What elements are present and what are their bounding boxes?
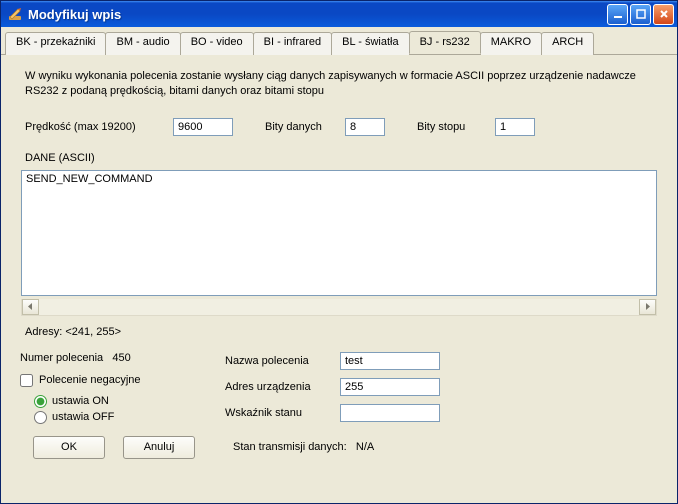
data-area-wrap: [21, 170, 657, 316]
addresses-text: Adresy: <241, 255>: [15, 316, 663, 338]
lower-left: Numer polecenia 450 Polecenie negacyjne …: [20, 352, 205, 430]
client-area: BK - przekaźniki BM - audio BO - video B…: [1, 27, 677, 503]
cmd-name-label: Nazwa polecenia: [225, 355, 340, 367]
tab-makro[interactable]: MAKRO: [480, 32, 542, 55]
scroll-left-icon[interactable]: [22, 299, 39, 315]
speed-label: Prędkość (max 19200): [25, 121, 165, 133]
dev-addr-label: Adres urządzenia: [225, 381, 340, 393]
params-row: Prędkość (max 19200) Bity danych Bity st…: [15, 118, 663, 136]
button-row: OK Anuluj Stan transmisji danych: N/A: [15, 430, 663, 459]
cmd-number-row: Numer polecenia 450: [20, 352, 205, 364]
horizontal-scrollbar[interactable]: [21, 299, 657, 316]
window-title: Modyfikuj wpis: [28, 7, 607, 22]
cmd-name-input[interactable]: [340, 352, 440, 370]
stopbits-label: Bity stopu: [417, 121, 487, 133]
dev-addr-input[interactable]: [340, 378, 440, 396]
window: Modyfikuj wpis BK - przekaźniki BM - aud…: [0, 0, 678, 504]
description-text: W wyniku wykonania polecenia zostanie wy…: [15, 69, 663, 100]
tab-bj[interactable]: BJ - rs232: [409, 31, 481, 54]
cancel-button[interactable]: Anuluj: [123, 436, 195, 459]
scroll-right-icon[interactable]: [639, 299, 656, 315]
tab-bl[interactable]: BL - światła: [331, 32, 409, 55]
data-textarea[interactable]: [21, 170, 657, 296]
speed-input[interactable]: [173, 118, 233, 136]
titlebar: Modyfikuj wpis: [1, 1, 677, 27]
databits-input[interactable]: [345, 118, 385, 136]
tab-bo[interactable]: BO - video: [180, 32, 254, 55]
window-controls: [607, 4, 674, 25]
tab-bi[interactable]: BI - infrared: [253, 32, 332, 55]
databits-label: Bity danych: [265, 121, 337, 133]
data-label: DANE (ASCII): [15, 152, 663, 164]
stopbits-input[interactable]: [495, 118, 535, 136]
negation-row: Polecenie negacyjne: [20, 374, 205, 387]
cmd-number-label: Numer polecenia: [20, 352, 103, 364]
cmd-number-value: 450: [112, 352, 130, 364]
tab-arch[interactable]: ARCH: [541, 32, 594, 55]
close-button[interactable]: [653, 4, 674, 25]
tx-status-value: N/A: [356, 441, 374, 453]
maximize-button[interactable]: [630, 4, 651, 25]
negation-label: Polecenie negacyjne: [39, 374, 141, 386]
minimize-button[interactable]: [607, 4, 628, 25]
tx-status-label: Stan transmisji danych:: [233, 441, 347, 453]
set-on-label: ustawia ON: [52, 395, 109, 407]
lower-form: Numer polecenia 450 Polecenie negacyjne …: [15, 352, 663, 430]
tab-panel: W wyniku wykonania polecenia zostanie wy…: [1, 55, 677, 469]
ok-button[interactable]: OK: [33, 436, 105, 459]
negation-checkbox[interactable]: [20, 374, 33, 387]
tx-status: Stan transmisji danych: N/A: [233, 441, 374, 453]
status-indicator-label: Wskaźnik stanu: [225, 407, 340, 419]
tab-bar: BK - przekaźniki BM - audio BO - video B…: [1, 27, 677, 55]
tab-bk[interactable]: BK - przekaźniki: [5, 32, 106, 55]
lower-right: Nazwa polecenia Adres urządzenia Wskaźni…: [225, 352, 663, 430]
set-radio-group: ustawia ON ustawia OFF: [20, 395, 205, 424]
status-indicator-input[interactable]: [340, 404, 440, 422]
tab-bm[interactable]: BM - audio: [105, 32, 180, 55]
set-on-radio[interactable]: [34, 395, 47, 408]
set-off-label: ustawia OFF: [52, 411, 114, 423]
app-icon: [7, 6, 23, 22]
set-off-radio[interactable]: [34, 411, 47, 424]
